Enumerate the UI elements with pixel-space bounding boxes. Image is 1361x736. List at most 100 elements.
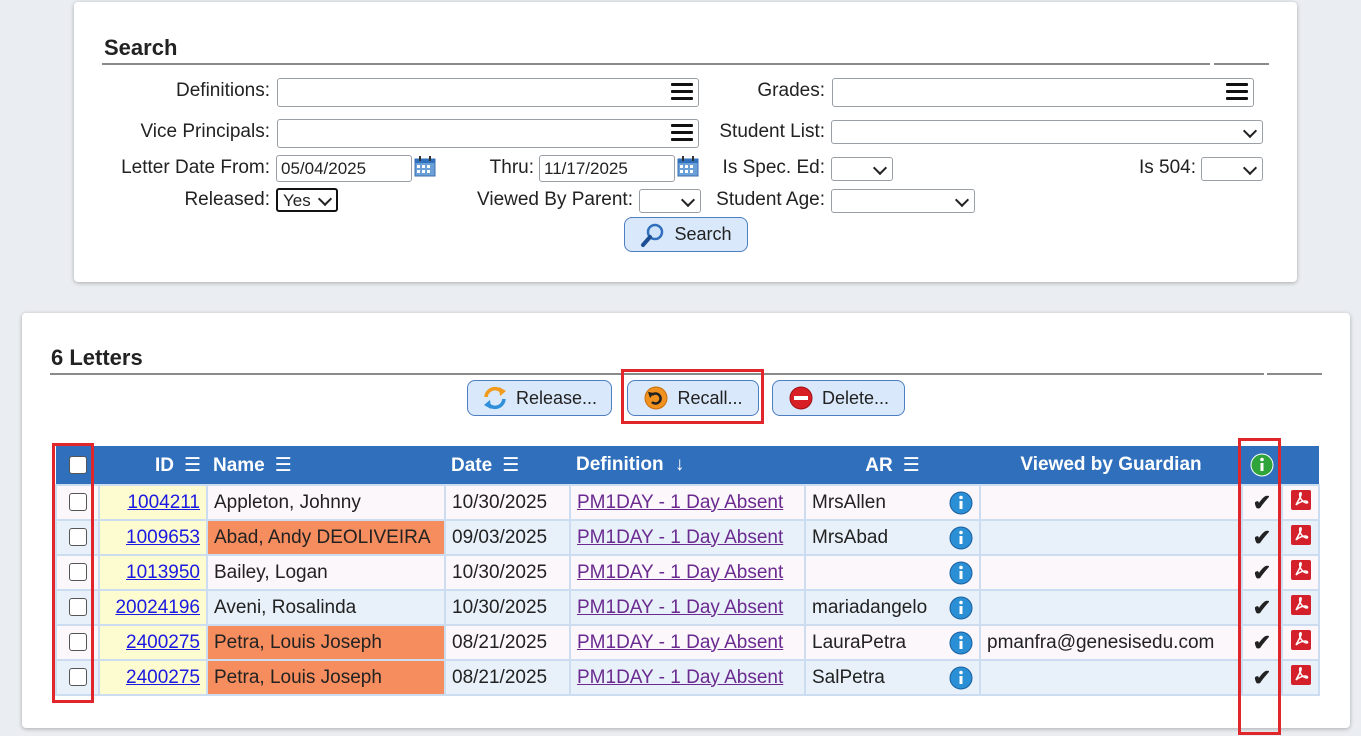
viewed-by-guardian-column-header[interactable]: Viewed by Guardian [980,446,1242,485]
check-cell: ✔ [1241,624,1283,661]
recall-button[interactable]: Recall... [627,380,759,416]
letters-table: ID ☰ Name ☰ Date ☰ Definition ↓ AR ☰ Viewed … [55,446,1320,696]
pdf-icon[interactable] [1290,559,1312,581]
definition-cell: PM1DAY - 1 Day Absent [569,659,806,696]
pdf-icon[interactable] [1290,524,1312,546]
name-cell: Petra, Louis Joseph [206,659,446,696]
definition-link[interactable]: PM1DAY - 1 Day Absent [577,597,783,618]
student-list-select[interactable] [831,120,1263,144]
definition-link[interactable]: PM1DAY - 1 Day Absent [577,562,783,583]
column-menu-icon[interactable]: ☰ [184,454,201,477]
menu-icon[interactable] [671,83,693,100]
row-select-cell [55,519,100,556]
definition-link[interactable]: PM1DAY - 1 Day Absent [577,492,783,513]
column-menu-icon[interactable]: ☰ [903,454,920,477]
is-504-label: Is 504: [1138,157,1196,178]
green-info-icon[interactable] [1250,453,1274,477]
vice-principals-field[interactable] [277,119,699,148]
column-menu-icon[interactable]: ☰ [502,454,519,477]
student-id-link[interactable]: 20024196 [115,597,200,618]
checkmark-icon: ✔ [1252,524,1272,550]
pdf-icon[interactable] [1290,594,1312,616]
grades-field[interactable] [832,78,1254,107]
pdf-icon[interactable] [1290,664,1312,686]
student-id-link[interactable]: 2400275 [126,632,200,653]
date-header-label: Date [451,454,493,476]
release-button[interactable]: Release... [467,380,612,416]
table-row: 1004211 Appleton, Johnny 10/30/2025 PM1DAY … [55,484,1320,521]
pdf-icon[interactable] [1290,489,1312,511]
row-select-cell [55,624,100,661]
definition-link[interactable]: PM1DAY - 1 Day Absent [577,667,783,688]
info-icon[interactable] [949,491,973,515]
row-checkbox[interactable] [68,493,87,512]
calendar-icon[interactable] [414,155,436,177]
id-column-header[interactable]: ID ☰ [99,446,207,485]
info-icon[interactable] [949,526,973,550]
date-column-header[interactable]: Date ☰ [445,446,570,485]
info-icon[interactable] [949,631,973,655]
column-menu-icon[interactable]: ☰ [275,454,292,477]
released-select[interactable]: Yes [276,188,338,212]
calendar-icon[interactable] [677,155,699,177]
menu-icon[interactable] [1226,83,1248,100]
sort-down-icon[interactable]: ↓ [675,454,685,475]
definition-column-header[interactable]: Definition ↓ [570,446,805,485]
pdf-cell [1281,519,1320,556]
ar-cell: SalPetra [804,659,981,696]
name-column-header[interactable]: Name ☰ [207,446,445,485]
name-cell: Appleton, Johnny [206,484,446,521]
pdf-icon[interactable] [1290,629,1312,651]
id-cell: 1009653 [98,519,208,556]
info-icon[interactable] [949,561,973,585]
viewed-by-parent-select[interactable] [639,189,701,213]
date-cell: 08/21/2025 [444,659,571,696]
ar-column-header[interactable]: AR ☰ [805,446,980,485]
definition-link[interactable]: PM1DAY - 1 Day Absent [577,632,783,653]
is-spec-ed-select[interactable] [831,157,893,181]
chevron-down-icon [1242,160,1258,176]
chevron-down-icon [872,160,888,176]
is-504-select[interactable] [1201,157,1263,181]
released-label: Released: [184,189,270,210]
menu-icon[interactable] [671,124,693,141]
table-row: 1013950 Bailey, Logan 10/30/2025 PM1DAY - 1… [55,554,1320,591]
definitions-field[interactable] [277,78,699,107]
ar-cell: mariadangelo [804,589,981,626]
thru-date-input[interactable]: 11/17/2025 [539,155,675,182]
row-select-cell [55,484,100,521]
row-select-cell [55,554,100,591]
student-id-link[interactable]: 1013950 [126,562,200,583]
magnifier-icon [641,223,664,247]
student-id-link[interactable]: 1004211 [127,492,200,513]
delete-button[interactable]: Delete... [772,380,905,416]
viewed-by-guardian-cell [979,554,1243,591]
student-id-link[interactable]: 1009653 [126,527,200,548]
row-checkbox[interactable] [68,563,87,582]
info-icon[interactable] [949,596,973,620]
definition-cell: PM1DAY - 1 Day Absent [569,484,806,521]
thru-label: Thru: [489,157,534,178]
search-button[interactable]: Search [624,217,748,252]
released-value: Yes [283,191,311,210]
info-icon[interactable] [949,666,973,690]
row-checkbox[interactable] [68,598,87,617]
refresh-icon [483,386,506,410]
letter-date-from-input[interactable]: 05/04/2025 [276,155,412,182]
row-checkbox[interactable] [68,528,87,547]
pdf-column-header [1282,446,1319,485]
name-cell: Aveni, Rosalinda [206,589,446,626]
id-cell: 1004211 [98,484,208,521]
student-id-link[interactable]: 2400275 [126,667,200,688]
row-checkbox[interactable] [68,668,87,687]
search-title: Search [104,35,178,60]
checkmark-icon: ✔ [1252,489,1272,515]
definition-link[interactable]: PM1DAY - 1 Day Absent [577,527,783,548]
student-age-select[interactable] [831,189,975,213]
name-cell: Bailey, Logan [206,554,446,591]
viewed-by-parent-label: Viewed By Parent: [477,189,633,210]
search-title-divider-right [1214,63,1269,65]
row-checkbox[interactable] [68,633,87,652]
ar-value: mariadangelo [812,596,928,618]
select-all-checkbox[interactable] [68,455,87,474]
